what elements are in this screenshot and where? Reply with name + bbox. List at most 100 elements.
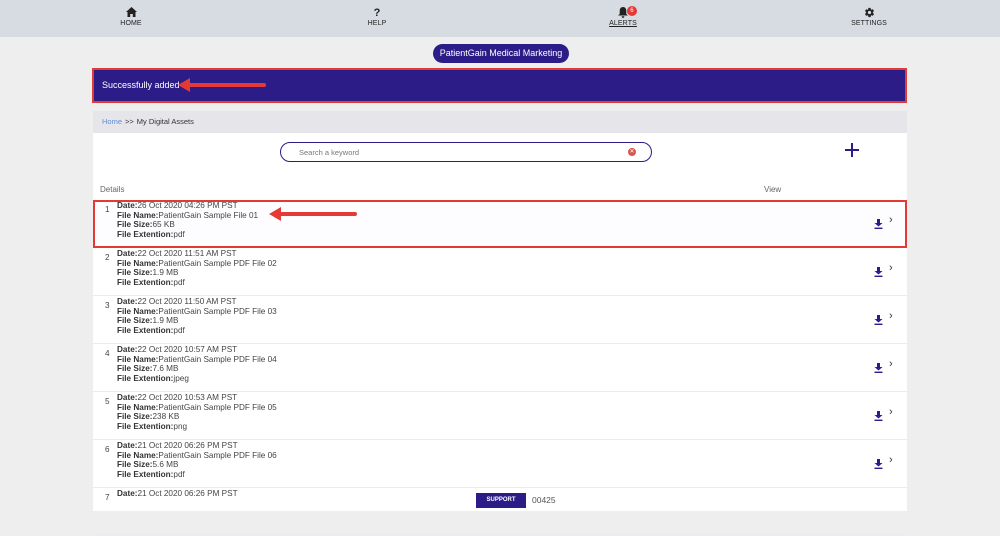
row-file-size: File Size:7.6 MB bbox=[117, 364, 277, 374]
chevron-right-icon[interactable]: › bbox=[889, 215, 893, 226]
success-message: Successfully added bbox=[102, 80, 180, 90]
file-size-value: 238 KB bbox=[152, 412, 180, 422]
support-button[interactable]: SUPPORT bbox=[476, 493, 526, 508]
column-header-details: Details bbox=[100, 185, 125, 194]
table-row[interactable]: 3 Date:22 Oct 2020 11:50 AM PST File Name:… bbox=[93, 296, 907, 344]
file-name-label: File Name: bbox=[117, 450, 159, 460]
row-file-ext: File Extention:png bbox=[117, 422, 277, 432]
file-ext-value: pdf bbox=[173, 277, 185, 287]
file-ext-label: File Extention: bbox=[117, 325, 174, 335]
plus-icon bbox=[845, 143, 859, 157]
nav-help-label: HELP bbox=[367, 20, 387, 27]
download-icon[interactable] bbox=[874, 219, 883, 229]
file-name-label: File Name: bbox=[117, 354, 159, 364]
file-ext-value: pdf bbox=[173, 325, 185, 335]
table-row[interactable]: 6 Date:21 Oct 2020 06:26 PM PST File Name:… bbox=[93, 440, 907, 488]
table-row[interactable]: 4 Date:22 Oct 2020 10:57 AM PST File Name:… bbox=[93, 344, 907, 392]
row-file-name: File Name:PatientGain Sample PDF File 02 bbox=[117, 259, 277, 269]
row-details: Date:22 Oct 2020 10:53 AM PST File Name:P… bbox=[117, 393, 277, 431]
row-file-name: File Name:PatientGain Sample PDF File 04 bbox=[117, 355, 277, 365]
brand-title[interactable]: PatientGain Medical Marketing bbox=[433, 44, 569, 63]
row-file-size: File Size:238 KB bbox=[117, 412, 277, 422]
row-file-name: File Name:PatientGain Sample PDF File 03 bbox=[117, 307, 277, 317]
clear-search-icon[interactable]: ✕ bbox=[628, 148, 636, 156]
file-name-label: File Name: bbox=[117, 306, 159, 316]
date-label: Date: bbox=[117, 249, 138, 258]
file-size-label: File Size: bbox=[117, 220, 153, 230]
file-size-value: 5.6 MB bbox=[152, 460, 179, 470]
search-box[interactable]: ✕ bbox=[280, 142, 652, 162]
row-date: Date:21 Oct 2020 06:26 PM PST bbox=[117, 489, 238, 499]
row-file-name: File Name:PatientGain Sample PDF File 05 bbox=[117, 403, 277, 413]
top-nav: HOME ? HELP 6 ALERTS SETTINGS bbox=[0, 0, 1000, 37]
row-details: Date:21 Oct 2020 06:26 PM PST File Name:P… bbox=[117, 441, 277, 479]
chevron-right-icon[interactable]: › bbox=[889, 263, 893, 274]
table-row[interactable]: 2 Date:22 Oct 2020 11:51 AM PST File Name:… bbox=[93, 248, 907, 296]
nav-alerts-label: ALERTS bbox=[609, 20, 637, 27]
chevron-right-icon[interactable]: › bbox=[889, 455, 893, 466]
row-date: Date:26 Oct 2020 04:26 PM PST bbox=[117, 201, 258, 211]
row-file-ext: File Extention:pdf bbox=[117, 278, 277, 288]
download-icon[interactable] bbox=[874, 315, 883, 325]
date-label: Date: bbox=[117, 393, 138, 402]
row-index: 1 bbox=[105, 205, 110, 214]
download-icon[interactable] bbox=[874, 267, 883, 277]
row-index: 3 bbox=[105, 301, 110, 310]
table-row[interactable]: 1 Date:26 Oct 2020 04:26 PM PST File Name:… bbox=[93, 200, 907, 248]
file-size-label: File Size: bbox=[117, 268, 153, 278]
home-icon bbox=[91, 7, 171, 19]
file-size-value: 7.6 MB bbox=[152, 364, 179, 374]
row-date: Date:22 Oct 2020 11:50 AM PST bbox=[117, 297, 277, 307]
download-icon[interactable] bbox=[874, 459, 883, 469]
file-name-label: File Name: bbox=[117, 258, 159, 268]
chevron-right-icon[interactable]: › bbox=[889, 311, 893, 322]
row-file-name: File Name:PatientGain Sample File 01 bbox=[117, 211, 258, 221]
add-asset-button[interactable] bbox=[844, 142, 860, 158]
date-value: 21 Oct 2020 06:26 PM PST bbox=[137, 441, 238, 450]
chevron-right-icon[interactable]: › bbox=[889, 359, 893, 370]
nav-alerts[interactable]: 6 ALERTS bbox=[583, 6, 663, 27]
row-file-ext: File Extention:pdf bbox=[117, 470, 277, 480]
file-ext-label: File Extention: bbox=[117, 469, 174, 479]
file-name-label: File Name: bbox=[117, 402, 159, 412]
download-icon[interactable] bbox=[874, 411, 883, 421]
gear-icon bbox=[829, 7, 909, 19]
annotation-arrow bbox=[269, 207, 357, 221]
nav-settings[interactable]: SETTINGS bbox=[829, 7, 909, 27]
date-value: 22 Oct 2020 11:50 AM PST bbox=[137, 297, 237, 306]
nav-help[interactable]: ? HELP bbox=[337, 7, 417, 27]
row-file-size: File Size:65 KB bbox=[117, 220, 258, 230]
file-ext-label: File Extention: bbox=[117, 421, 174, 431]
row-details: Date:21 Oct 2020 06:26 PM PST bbox=[117, 489, 238, 499]
search-input[interactable] bbox=[299, 145, 619, 159]
file-size-label: File Size: bbox=[117, 412, 153, 422]
row-details: Date:26 Oct 2020 04:26 PM PST File Name:P… bbox=[117, 201, 258, 239]
file-ext-label: File Extention: bbox=[117, 229, 174, 239]
bell-icon bbox=[583, 7, 663, 19]
date-label: Date: bbox=[117, 297, 138, 306]
file-name-label: File Name: bbox=[117, 210, 159, 220]
row-file-name: File Name:PatientGain Sample PDF File 06 bbox=[117, 451, 277, 461]
download-icon[interactable] bbox=[874, 363, 883, 373]
row-index: 4 bbox=[105, 349, 110, 358]
breadcrumb-current: My Digital Assets bbox=[136, 117, 194, 126]
nav-settings-label: SETTINGS bbox=[851, 20, 887, 27]
breadcrumb-home-link[interactable]: Home bbox=[102, 117, 122, 126]
file-ext-value: jpeg bbox=[173, 373, 189, 383]
table-row[interactable]: 5 Date:22 Oct 2020 10:53 AM PST File Name:… bbox=[93, 392, 907, 440]
date-value: 26 Oct 2020 04:26 PM PST bbox=[137, 201, 238, 210]
row-file-ext: File Extention:jpeg bbox=[117, 374, 277, 384]
row-file-size: File Size:1.9 MB bbox=[117, 268, 277, 278]
asset-list: 1 Date:26 Oct 2020 04:26 PM PST File Name:… bbox=[93, 200, 907, 536]
chevron-right-icon[interactable]: › bbox=[889, 407, 893, 418]
success-notice: Successfully added bbox=[92, 68, 907, 103]
file-name-value: PatientGain Sample PDF File 03 bbox=[158, 306, 277, 316]
nav-home-label: HOME bbox=[120, 20, 142, 27]
row-details: Date:22 Oct 2020 11:51 AM PST File Name:P… bbox=[117, 249, 277, 287]
file-name-value: PatientGain Sample PDF File 04 bbox=[158, 354, 277, 364]
file-size-value: 1.9 MB bbox=[152, 316, 179, 326]
nav-home[interactable]: HOME bbox=[91, 7, 171, 27]
file-name-value: PatientGain Sample PDF File 05 bbox=[158, 402, 277, 412]
date-value: 22 Oct 2020 10:53 AM PST bbox=[137, 393, 238, 402]
annotation-arrow bbox=[178, 78, 266, 92]
